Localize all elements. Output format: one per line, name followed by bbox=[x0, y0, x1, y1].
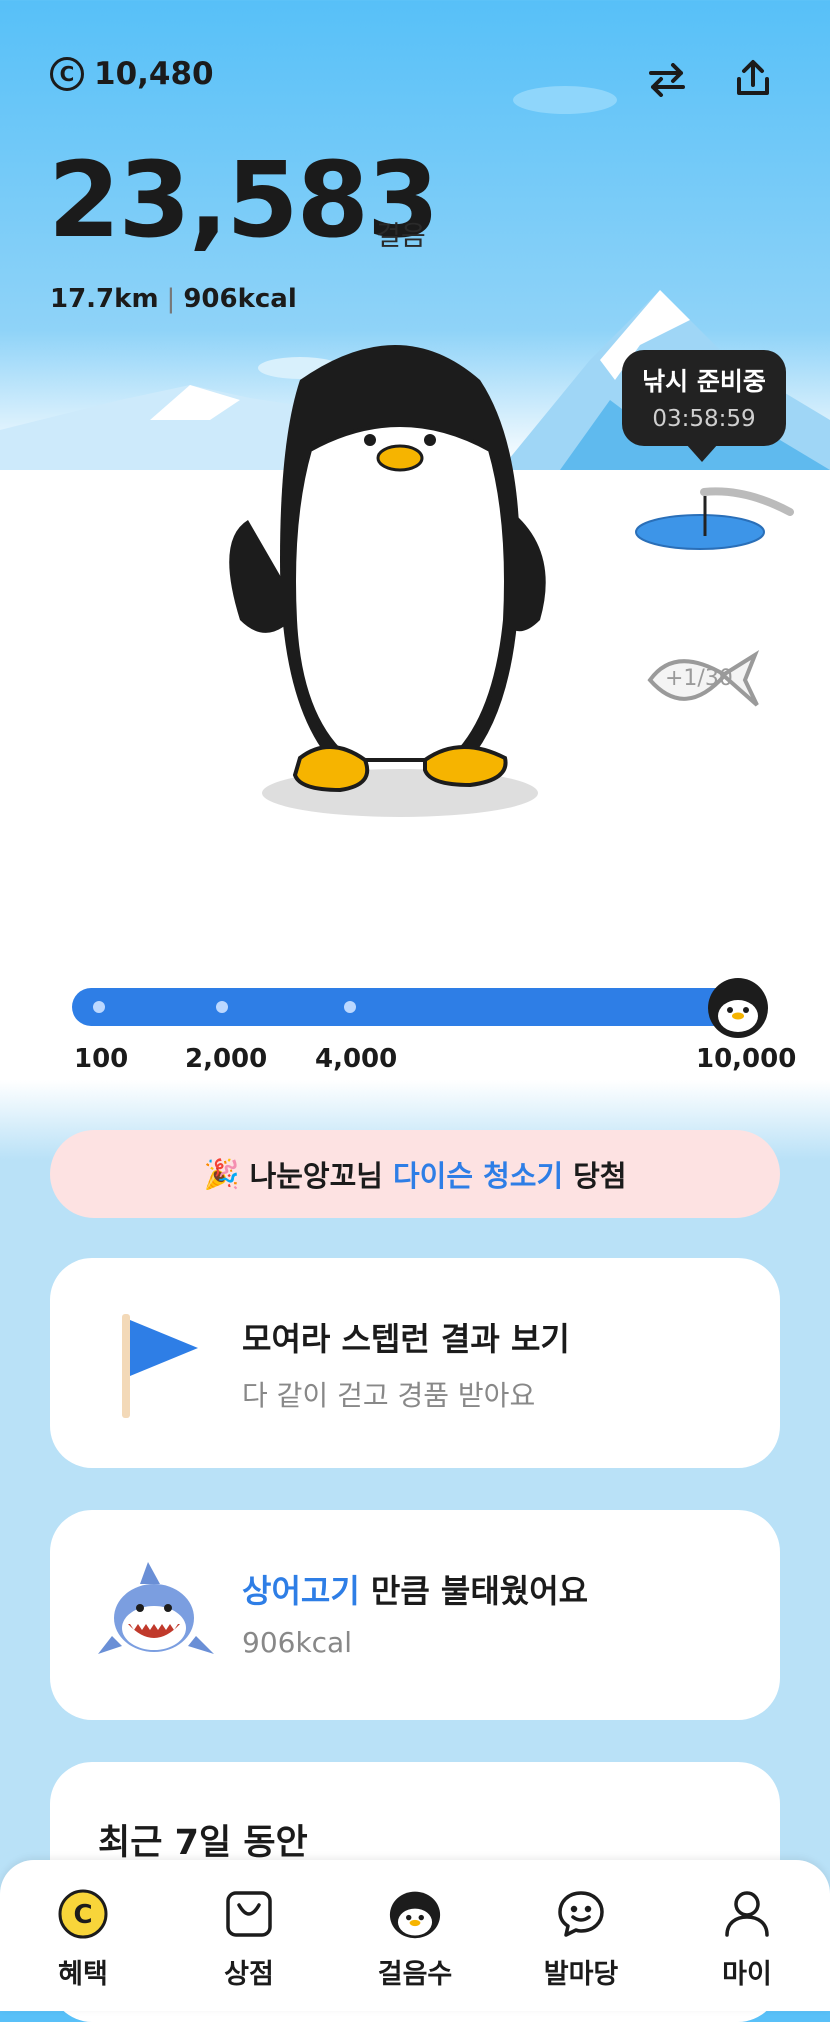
milestone-dot bbox=[344, 1001, 356, 1013]
food-name: 상어고기 bbox=[242, 1572, 360, 1610]
divider: | bbox=[166, 284, 176, 314]
fishing-hole bbox=[635, 514, 765, 550]
share-icon bbox=[737, 60, 769, 95]
party-icon: 🎉 bbox=[203, 1156, 240, 1191]
coin-icon: C bbox=[50, 57, 84, 91]
calories-title-rest: 만큼 불태웠어요 bbox=[370, 1572, 589, 1610]
winner-name: 나눈앙꼬님 bbox=[249, 1159, 383, 1193]
winner-banner[interactable]: 🎉 나눈앙꼬님 다이슨 청소기 당첨 bbox=[50, 1130, 780, 1218]
milestone-dot bbox=[93, 1001, 105, 1013]
swap-arrows-icon bbox=[649, 63, 685, 97]
winner-suffix: 당첨 bbox=[573, 1159, 627, 1193]
nav-community[interactable]: 발마당 bbox=[498, 1860, 664, 2011]
calories: 906kcal bbox=[183, 284, 297, 314]
milestone-dot bbox=[216, 1001, 228, 1013]
milestone-label: 10,000 bbox=[696, 1044, 797, 1074]
fishing-timer: 03:58:59 bbox=[652, 406, 756, 432]
calories-title: 상어고기 만큼 불태웠어요 bbox=[242, 1566, 588, 1612]
step-progress-bar bbox=[72, 988, 766, 1026]
prize-name: 다이슨 청소기 bbox=[392, 1159, 564, 1193]
steprun-card[interactable]: 모여라 스텝런 결과 보기 다 같이 걷고 경품 받아요 bbox=[50, 1258, 780, 1468]
shark-icon bbox=[98, 1562, 214, 1654]
svg-text:+1/30: +1/30 bbox=[665, 666, 733, 691]
step-unit: 걸음 bbox=[376, 221, 426, 252]
coin-balance-value: 10,480 bbox=[94, 56, 214, 92]
chat-smile-icon bbox=[555, 1888, 607, 1940]
nav-shop[interactable]: 상점 bbox=[166, 1860, 332, 2011]
distance: 17.7km bbox=[50, 284, 159, 314]
shopping-bag-icon bbox=[223, 1888, 275, 1940]
steprun-subtitle: 다 같이 걷고 경품 받아요 bbox=[242, 1379, 536, 1412]
fishing-status-bubble[interactable]: 낚시 준비중 03:58:59 bbox=[622, 350, 786, 462]
nav-benefits[interactable]: C 혜택 bbox=[0, 1860, 166, 2011]
share-button[interactable] bbox=[728, 54, 778, 104]
swap-button[interactable] bbox=[642, 55, 692, 105]
bottom-nav: C 혜택 상점 걸음수 발마당 마이 bbox=[0, 1860, 830, 2011]
cloud bbox=[513, 86, 617, 114]
nav-my[interactable]: 마이 bbox=[664, 1860, 830, 2011]
fishing-status: 낚시 준비중 bbox=[642, 367, 766, 396]
milestone-label: 2,000 bbox=[185, 1044, 268, 1074]
coin-balance[interactable]: C 10,480 bbox=[50, 56, 214, 92]
nav-label: 혜택 bbox=[58, 1959, 108, 1990]
nav-label: 마이 bbox=[722, 1959, 772, 1990]
penguin-icon bbox=[389, 1888, 441, 1940]
svg-text:C: C bbox=[73, 1900, 92, 1930]
milestone-label: 100 bbox=[74, 1044, 129, 1074]
calories-card[interactable]: 상어고기 만큼 불태웠어요 906kcal bbox=[50, 1510, 780, 1720]
flag-icon bbox=[122, 1314, 198, 1418]
distance-calories: 17.7km | 906kcal bbox=[50, 284, 297, 314]
nav-label: 걸음수 bbox=[377, 1959, 453, 1990]
person-icon bbox=[721, 1888, 773, 1940]
nav-steps[interactable]: 걸음수 bbox=[332, 1860, 498, 2011]
milestone-label: 4,000 bbox=[315, 1044, 398, 1074]
steprun-title: 모여라 스텝런 결과 보기 bbox=[242, 1320, 570, 1358]
recent-week-title: 최근 7일 동안 bbox=[98, 1823, 308, 1863]
coin-icon: C bbox=[57, 1888, 109, 1940]
nav-label: 발마당 bbox=[543, 1959, 619, 1990]
penguin-progress-marker-icon bbox=[708, 978, 768, 1038]
calories-value: 906kcal bbox=[242, 1626, 352, 1659]
nav-label: 상점 bbox=[224, 1959, 274, 1990]
